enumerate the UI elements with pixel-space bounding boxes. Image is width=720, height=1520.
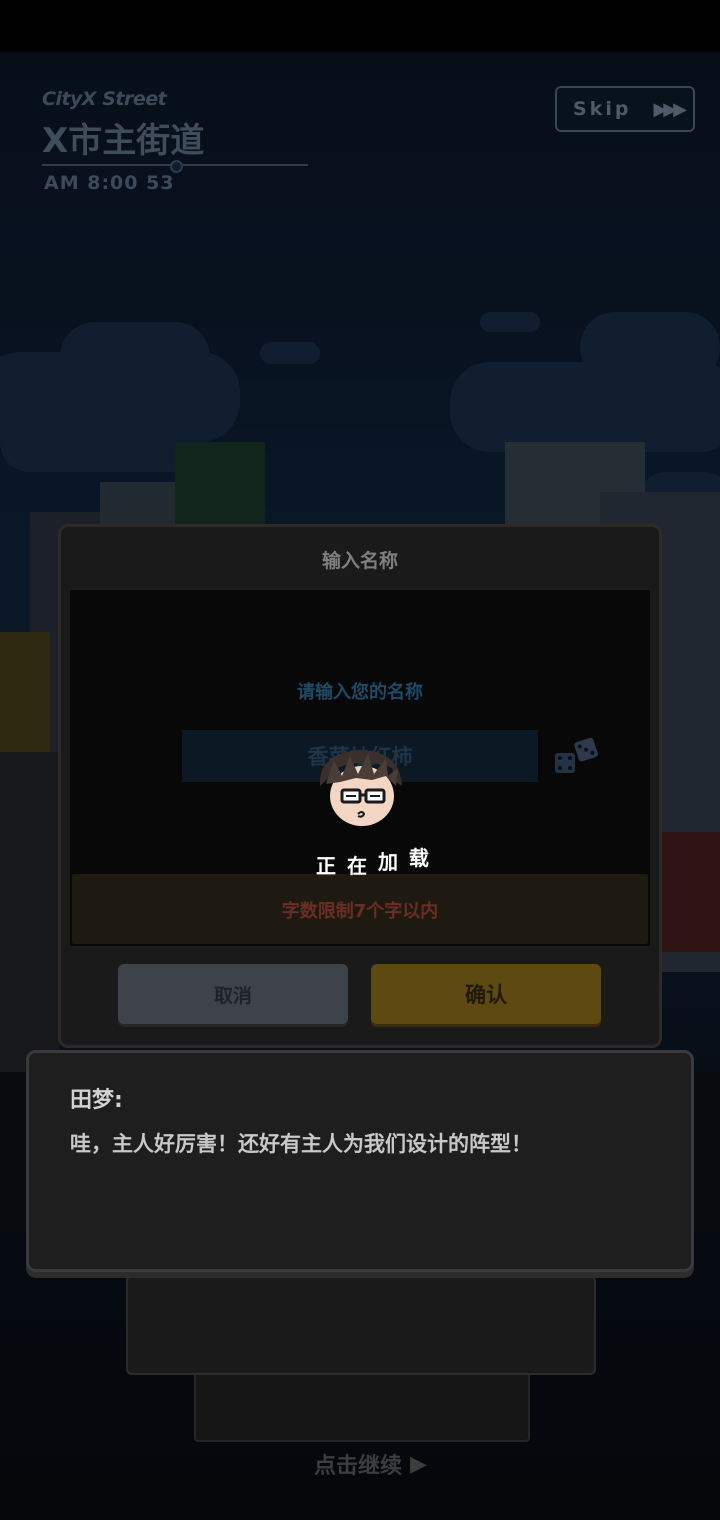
loading-char: 载: [408, 846, 431, 870]
dialog-box[interactable]: [26, 1050, 694, 1272]
continue-label: 点击继续: [314, 1454, 403, 1479]
confirm-button[interactable]: 确认: [371, 964, 601, 1024]
game-clock: AM 8:00 53: [44, 172, 175, 194]
avatar-glasses-icon: [319, 750, 402, 826]
dialog-text: 哇，主人好厉害！还好有主人为我们设计的阵型！: [70, 1132, 532, 1156]
loading-char: 加: [377, 850, 400, 874]
skip-label: Skip: [573, 98, 632, 120]
cancel-button[interactable]: 取消: [118, 964, 348, 1024]
dialog-stack-card-middle: [126, 1275, 596, 1375]
location-english: CityX Street: [42, 88, 167, 110]
skip-button[interactable]: Skip ▶▶▶: [555, 86, 695, 132]
fast-forward-icon: ▶▶▶: [653, 98, 686, 120]
modal-title: 输入名称: [321, 550, 398, 572]
location-title: X市主街道: [42, 121, 205, 161]
continue-prompt[interactable]: 点击继续 ▶: [314, 1448, 427, 1480]
dialog-stack-card-back: [194, 1370, 530, 1442]
loading-text: 正 在 加 载: [316, 846, 431, 878]
loading-char: 在: [346, 854, 369, 878]
status-bar: [0, 0, 720, 52]
name-prompt: 请输入您的名称: [297, 682, 423, 703]
play-triangle-icon: ▶: [410, 1451, 427, 1477]
speaker-name: 田梦:: [70, 1088, 123, 1113]
limit-hint: 字数限制7个字以内: [281, 901, 439, 922]
loading-char: 正: [316, 854, 338, 878]
dice-icon[interactable]: [552, 735, 602, 779]
